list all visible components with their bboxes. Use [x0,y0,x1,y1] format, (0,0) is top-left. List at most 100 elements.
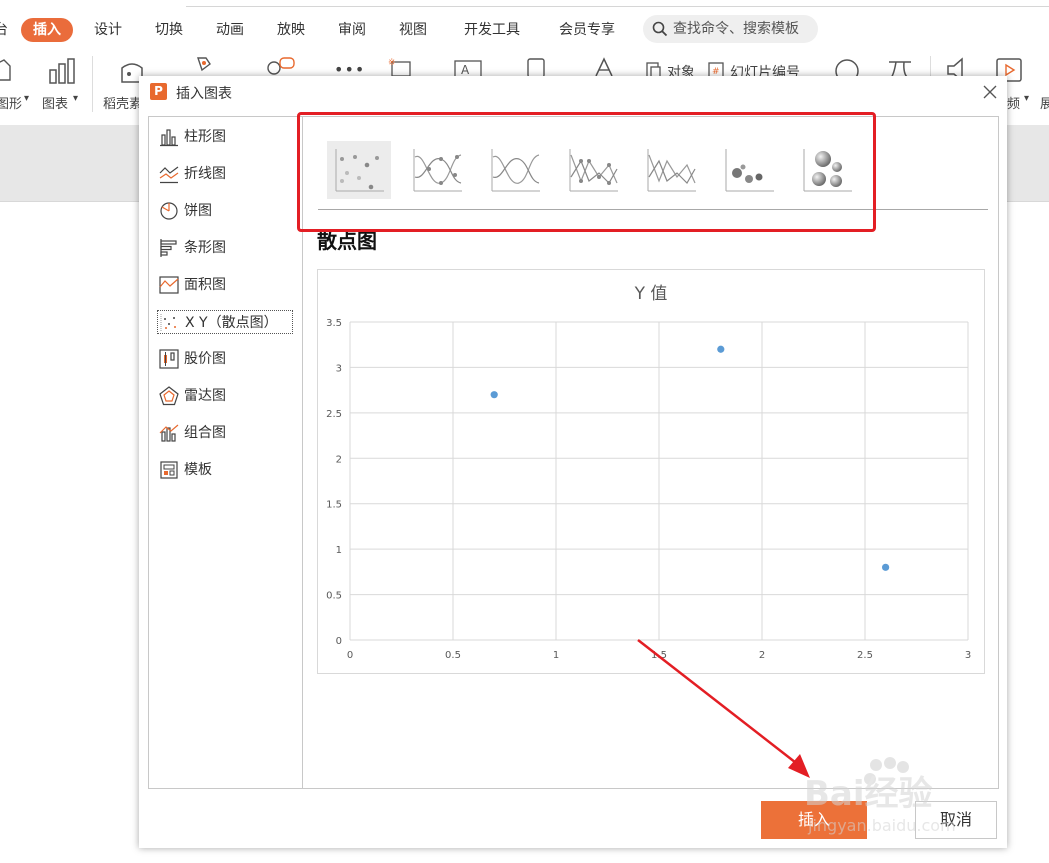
y-tick-label: 0 [336,636,342,647]
scatter-chart: Y 值 0 0.5 1 1.5 2 2.5 3 3.5 0 0.5 1 1.5 2 2.5 3 [326,284,971,661]
sidebar-item-line[interactable]: 折线图 [157,162,293,186]
x-tick-label: 0 [347,650,353,661]
chart-type-sidebar: 柱形图 折线图 饼图 条形图 面积图 X Y（散点图） 股价图 雷达图 组合图 … [149,117,303,788]
subtype-bubble-3d[interactable] [795,141,859,199]
close-icon[interactable] [982,84,998,100]
radar-chart-icon [159,386,179,406]
tab-view[interactable]: 视图 [399,18,427,42]
column-chart-icon [160,129,178,147]
x-axis-tick-labels: 0 0.5 1 1.5 2 2.5 3 [347,650,971,661]
bubble-3d-subtype-icon [803,149,852,192]
sidebar-item-label: 条形图 [184,240,226,256]
y-axis-tick-labels: 0 0.5 1 1.5 2 2.5 3 3.5 [326,318,342,647]
bubble-subtype-icon [725,149,774,192]
combo-chart-icon [159,424,179,442]
dialog-title: 插入图表 [176,86,232,102]
subtype-smooth-markers[interactable] [405,141,469,199]
tab-insert[interactable]: 插入 [21,18,73,42]
chart-gridlines [349,321,969,641]
chart-dropdown-icon[interactable]: ▾ [73,93,78,104]
sidebar-item-label: 雷达图 [184,388,226,404]
scatter-chart-icon [160,314,176,332]
area-chart-icon [159,276,179,294]
shapes-icon[interactable] [0,58,12,84]
dialog-body: 柱形图 折线图 饼图 条形图 面积图 X Y（散点图） 股价图 雷达图 组合图 … [148,116,999,789]
chart-icon[interactable] [47,56,77,86]
scatter-smooth-lines-subtype-icon [491,149,540,192]
tab-review[interactable]: 审阅 [338,18,366,42]
sidebar-item-pie[interactable]: 饼图 [157,199,293,223]
insert-button[interactable]: 插入 [761,801,867,839]
chart-button-label[interactable]: 图表 [42,93,68,112]
tab-slideshow[interactable]: 放映 [277,18,305,42]
sidebar-item-label: 面积图 [184,277,226,293]
chart-preview: Y 值 0 0.5 1 1.5 2 2.5 3 3.5 0 0.5 1 1.5 2 2.5 3 [317,269,985,674]
textbox-icon[interactable]: ※ [386,56,416,78]
y-tick-label: 2 [336,454,342,465]
x-tick-label: 2 [759,650,765,661]
data-point [717,345,725,353]
x-tick-label: 1 [553,650,559,661]
svg-text:A: A [461,63,470,77]
data-point [882,563,890,571]
sidebar-item-label: 股价图 [184,351,226,367]
y-tick-label: 2.5 [326,409,342,420]
sidebar-item-combo[interactable]: 组合图 [157,421,293,445]
sidebar-item-area[interactable]: 面积图 [157,273,293,297]
ribbon-separator [92,56,93,112]
tab-design[interactable]: 设计 [94,18,122,42]
smartart-icon[interactable] [192,54,222,74]
shape-dropdown-icon[interactable]: ▾ [24,93,29,104]
insert-chart-dialog: P 插入图表 柱形图 折线图 饼图 条形图 面积图 X Y（散点图） 股价图 雷… [139,76,1007,848]
art-text-icon[interactable] [592,56,616,78]
tab-animation[interactable]: 动画 [216,18,244,42]
sidebar-item-radar[interactable]: 雷达图 [157,384,293,408]
sidebar-item-scatter[interactable]: X Y（散点图） [157,310,293,334]
tab-member[interactable]: 会员专享 [559,18,615,42]
chart-title: Y 值 [634,284,668,304]
dialog-title-bar[interactable]: P 插入图表 [139,76,1007,110]
sidebar-item-stock[interactable]: 股价图 [157,347,293,371]
subtype-smooth-lines[interactable] [483,141,547,199]
scatter-straight-markers-subtype-icon [569,149,618,192]
x-tick-label: 0.5 [445,650,461,661]
video-dropdown-icon[interactable]: ▾ [1024,93,1029,104]
subtype-scatter[interactable] [327,141,391,199]
daoke-button-label[interactable]: 稻壳素 [103,93,142,112]
shape-group-icon[interactable] [264,56,300,76]
subtype-divider [318,209,988,210]
subtype-straight-lines[interactable] [639,141,703,199]
y-tick-label: 3.5 [326,318,342,329]
sidebar-item-label: 柱形图 [184,129,226,145]
line-chart-icon [159,166,179,184]
title-bar-divider [186,0,1049,7]
shape-button-label[interactable]: 图形 [0,93,22,112]
y-tick-label: 3 [336,363,342,374]
cancel-button[interactable]: 取消 [915,801,997,839]
sidebar-item-column[interactable]: 柱形图 [157,125,293,149]
video-button-label[interactable]: 频 [1007,93,1020,112]
sidebar-item-bar[interactable]: 条形图 [157,236,293,260]
tab-transition[interactable]: 切换 [155,18,183,42]
command-search-box[interactable]: 查找命令、搜索模板 [643,15,818,43]
scatter-subtype-icon [335,149,384,192]
x-tick-label: 2.5 [857,650,873,661]
tab-developer[interactable]: 开发工具 [464,18,520,42]
subtype-straight-markers[interactable] [561,141,625,199]
tab-partial[interactable]: 台 [0,18,8,42]
selected-chart-type-title: 散点图 [317,229,377,253]
stock-chart-icon [159,349,179,369]
more-button-label[interactable]: 展 [1040,93,1049,112]
header-footer-icon[interactable] [524,56,548,78]
x-tick-label: 1.5 [651,650,667,661]
sidebar-item-template[interactable]: 模板 [157,458,293,482]
sidebar-item-label: 组合图 [184,425,226,441]
y-tick-label: 0.5 [326,591,342,602]
data-point [490,391,498,399]
template-icon [160,461,178,479]
y-tick-label: 1.5 [326,500,342,511]
sidebar-item-label: 折线图 [184,166,226,182]
sidebar-item-label: 饼图 [184,203,212,219]
subtype-bubble[interactable] [717,141,781,199]
bar-chart-icon [160,239,177,257]
